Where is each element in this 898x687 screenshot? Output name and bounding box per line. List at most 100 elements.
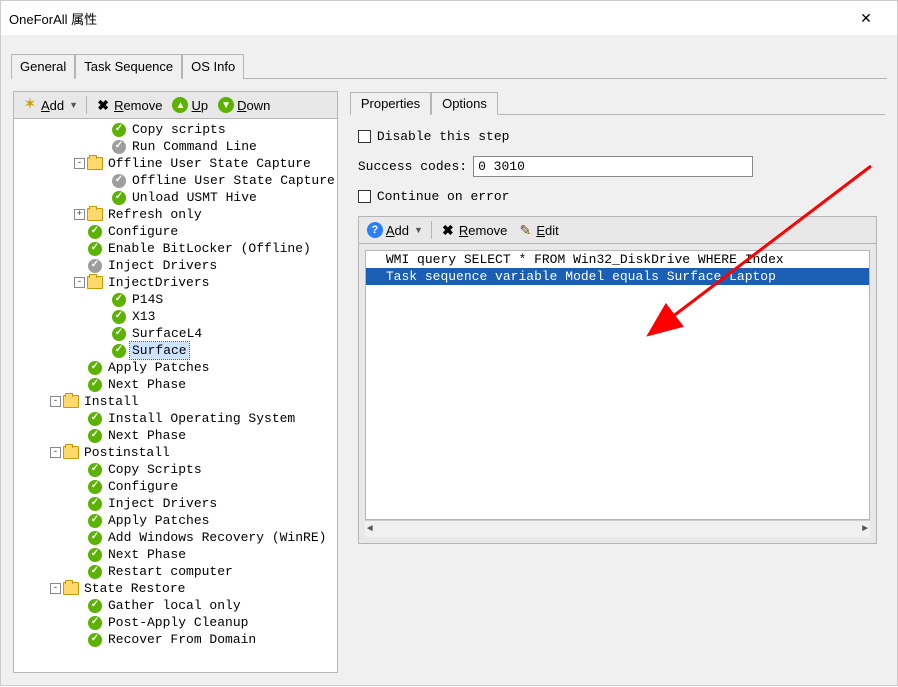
- tree-row[interactable]: - State Restore: [14, 580, 337, 597]
- tree-node-label: Inject Drivers: [106, 495, 219, 512]
- folder-icon: [63, 581, 79, 597]
- tree-row[interactable]: ✓Recover From Domain: [14, 631, 337, 648]
- tree-node-label: Configure: [106, 478, 180, 495]
- tree-row[interactable]: ✓Unload USMT Hive: [14, 189, 337, 206]
- tree-node-label: Apply Patches: [106, 359, 211, 376]
- tree-node-label: Next Phase: [106, 427, 188, 444]
- check-icon: ✓: [111, 309, 127, 325]
- check-icon: ✓: [87, 513, 103, 529]
- tab-task-sequence[interactable]: Task Sequence: [75, 54, 182, 79]
- tree-row[interactable]: ✓Configure: [14, 478, 337, 495]
- tree-row[interactable]: ✓Next Phase: [14, 546, 337, 563]
- tree-row[interactable]: ✓Apply Patches: [14, 512, 337, 529]
- conditions-toolbar: ? Add ▼ ✖ Remove ✎ Edit: [359, 217, 876, 244]
- success-codes-input[interactable]: [473, 156, 753, 177]
- tree-row[interactable]: -InjectDrivers: [14, 274, 337, 291]
- collapse-icon[interactable]: -: [74, 158, 85, 169]
- tree-row[interactable]: ✓Gather local only: [14, 597, 337, 614]
- horizontal-scrollbar[interactable]: ◄ ►: [365, 520, 870, 537]
- tree-row[interactable]: ✓Apply Patches: [14, 359, 337, 376]
- scroll-right-icon: ►: [862, 524, 868, 535]
- step-tree-pane: ✶ Add ▼ ✖ Remove ▲ Up ▼ Down ✓Copy: [13, 91, 338, 673]
- tab-properties[interactable]: Properties: [350, 92, 431, 115]
- move-up-button[interactable]: ▲ Up: [168, 95, 212, 115]
- tree-row[interactable]: ✓Post-Apply Cleanup: [14, 614, 337, 631]
- tree-node-label: SurfaceL4: [130, 325, 204, 342]
- tree-row[interactable]: ✓Restart computer: [14, 563, 337, 580]
- tree-node-label: Enable BitLocker (Offline): [106, 240, 313, 257]
- check-icon: ✓: [87, 564, 103, 580]
- collapse-icon[interactable]: -: [74, 277, 85, 288]
- check-icon: ✓: [87, 377, 103, 393]
- tree-row[interactable]: -Postinstall: [14, 444, 337, 461]
- tree-row[interactable]: - Install: [14, 393, 337, 410]
- tree-row[interactable]: ✓X13: [14, 308, 337, 325]
- tab-options[interactable]: Options: [431, 92, 498, 115]
- detail-tabs: Properties Options: [350, 91, 885, 115]
- tree-row[interactable]: ✓P14S: [14, 291, 337, 308]
- close-button[interactable]: ✕: [843, 3, 889, 33]
- tree-row[interactable]: ✓Run Command Line: [14, 138, 337, 155]
- disable-step-checkbox[interactable]: [358, 130, 371, 143]
- tree-node-label: Recover From Domain: [106, 631, 258, 648]
- check-icon: ✓: [87, 530, 103, 546]
- folder-icon: [87, 275, 103, 291]
- tab-general[interactable]: General: [11, 54, 75, 79]
- tree-node-label: Surface: [130, 342, 189, 359]
- tree-row[interactable]: ✓Offline User State Capture: [14, 172, 337, 189]
- collapse-icon[interactable]: -: [50, 583, 61, 594]
- tree-node-label: Gather local only: [106, 597, 243, 614]
- add-condition-button[interactable]: ? Add ▼: [363, 220, 427, 240]
- tree-row[interactable]: ✓Surface: [14, 342, 337, 359]
- tree-node-label: Install Operating System: [106, 410, 297, 427]
- folder-icon: [63, 394, 79, 410]
- conditions-list[interactable]: WMI query SELECT * FROM Win32_DiskDrive …: [365, 250, 870, 520]
- check-icon: ✓: [87, 411, 103, 427]
- tree-row[interactable]: ✓Enable BitLocker (Offline): [14, 240, 337, 257]
- scroll-left-icon: ◄: [367, 524, 373, 535]
- folder-icon: [63, 445, 79, 461]
- success-codes-label: Success codes:: [358, 159, 467, 174]
- check-icon: ✓: [111, 190, 127, 206]
- details-pane: Properties Options Disable this step Suc…: [350, 91, 885, 673]
- tree-row[interactable]: ✓Next Phase: [14, 376, 337, 393]
- tree-node-label: Install: [82, 393, 141, 410]
- tree-node-label: State Restore: [82, 580, 187, 597]
- tree-row[interactable]: ✓Inject Drivers: [14, 495, 337, 512]
- check-icon: ✓: [87, 224, 103, 240]
- titlebar: OneForAll 属性 ✕: [1, 1, 897, 35]
- tree-node-label: X13: [130, 308, 157, 325]
- tree-row[interactable]: ✓SurfaceL4: [14, 325, 337, 342]
- tab-os-info[interactable]: OS Info: [182, 54, 244, 79]
- condition-item[interactable]: Task sequence variable Model equals Surf…: [366, 268, 869, 285]
- remove-condition-button[interactable]: ✖ Remove: [436, 220, 511, 240]
- continue-on-error-checkbox[interactable]: [358, 190, 371, 203]
- check-icon: ✓: [87, 360, 103, 376]
- tree-toolbar: ✶ Add ▼ ✖ Remove ▲ Up ▼ Down: [13, 91, 338, 119]
- tree-row[interactable]: ✓Inject Drivers: [14, 257, 337, 274]
- add-step-button[interactable]: ✶ Add ▼: [18, 95, 82, 115]
- expand-icon[interactable]: +: [74, 209, 85, 220]
- edit-icon: ✎: [517, 222, 533, 238]
- tree-node-label: Next Phase: [106, 376, 188, 393]
- collapse-icon[interactable]: -: [50, 396, 61, 407]
- tree-row[interactable]: -Offline User State Capture: [14, 155, 337, 172]
- tree-row[interactable]: ✓Add Windows Recovery (WinRE): [14, 529, 337, 546]
- move-down-button[interactable]: ▼ Down: [214, 95, 274, 115]
- tree-node-label: Copy Scripts: [106, 461, 204, 478]
- tree-row[interactable]: ✓Copy scripts: [14, 121, 337, 138]
- tree-row[interactable]: +Refresh only: [14, 206, 337, 223]
- collapse-icon[interactable]: -: [50, 447, 61, 458]
- tree-row[interactable]: ✓Configure: [14, 223, 337, 240]
- disabled-icon: ✓: [111, 139, 127, 155]
- edit-condition-button[interactable]: ✎ Edit: [513, 220, 562, 240]
- remove-step-button[interactable]: ✖ Remove: [91, 95, 166, 115]
- check-icon: ✓: [111, 326, 127, 342]
- tree-row[interactable]: ✓Next Phase: [14, 427, 337, 444]
- tree-row[interactable]: ✓Copy Scripts: [14, 461, 337, 478]
- check-icon: ✓: [87, 632, 103, 648]
- options-panel: Disable this step Success codes: Continu…: [350, 115, 885, 552]
- step-tree[interactable]: ✓Copy scripts✓Run Command Line-Offline U…: [13, 119, 338, 673]
- tree-row[interactable]: ✓Install Operating System: [14, 410, 337, 427]
- condition-item[interactable]: WMI query SELECT * FROM Win32_DiskDrive …: [366, 251, 869, 268]
